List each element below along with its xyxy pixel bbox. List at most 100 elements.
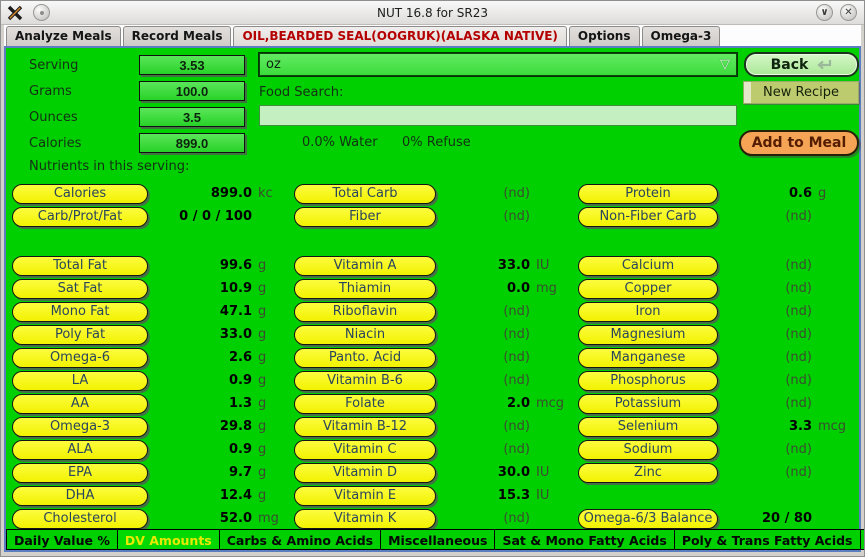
nutrient-button-la[interactable]: LA <box>12 371 148 391</box>
bottom-tab-daily-value[interactable]: Daily Value % <box>6 529 118 550</box>
nutrient-value: 2.6 <box>152 350 252 365</box>
sticky-button[interactable] <box>33 4 50 21</box>
nutrient-value: (nd) <box>440 186 530 201</box>
nutrient-button-potassium[interactable]: Potassium <box>578 394 718 414</box>
grams-field[interactable] <box>139 81 245 101</box>
bottom-tab-dv-amounts[interactable]: DV Amounts <box>117 529 220 550</box>
new-recipe-button[interactable]: New Recipe <box>743 81 859 104</box>
nutrient-button-vitamin-a[interactable]: Vitamin A <box>294 256 436 276</box>
add-to-meal-button[interactable]: Add to Meal <box>739 130 859 156</box>
nutrient-value: (nd) <box>722 281 812 296</box>
nutrient-unit: g <box>252 258 294 273</box>
nutrient-button-vitamin-d[interactable]: Vitamin D <box>294 463 436 483</box>
close-button[interactable]: ✕ <box>840 4 857 21</box>
nutrient-unit: g <box>812 186 857 201</box>
unit-select[interactable]: oz ▽ <box>259 53 737 76</box>
nutrient-button-zinc[interactable]: Zinc <box>578 463 718 483</box>
nutrient-button-total-fat[interactable]: Total Fat <box>12 256 148 276</box>
nutrient-button-sat-fat[interactable]: Sat Fat <box>12 279 148 299</box>
nutrient-button-calcium[interactable]: Calcium <box>578 256 718 276</box>
tab-food-detail[interactable]: OIL,BEARDED SEAL(OOGRUK)(ALASKA NATIVE) <box>233 26 566 46</box>
nutrient-button-iron[interactable]: Iron <box>578 302 718 322</box>
nutrient-row: EPA9.7gVitamin D30.0IUZinc(nd) <box>6 461 859 484</box>
nutrient-row: Calories899.0kcTotal Carb(nd)Protein0.6g <box>6 182 859 205</box>
calories-label: Calories <box>29 136 81 151</box>
top-tabbar: Analyze Meals Record Meals OIL,BEARDED S… <box>4 25 861 46</box>
nutrient-button-omega-3[interactable]: Omega-3 <box>12 417 148 437</box>
nutrient-value: 30.0 <box>440 465 530 480</box>
tab-omega-3[interactable]: Omega-3 <box>642 26 721 46</box>
nutrient-button-magnesium[interactable]: Magnesium <box>578 325 718 345</box>
nutrient-button-omega-6[interactable]: Omega-6 <box>12 348 148 368</box>
nutrient-value: 33.0 <box>152 327 252 342</box>
nutrient-value: (nd) <box>440 327 530 342</box>
nutrient-unit: IU <box>530 258 578 273</box>
nutrient-button-sodium[interactable]: Sodium <box>578 440 718 460</box>
nutrient-button-protein[interactable]: Protein <box>578 184 718 204</box>
nutrient-value: 20 / 80 <box>722 511 812 526</box>
bottom-tab-quit-nut[interactable]: Quit NUT <box>860 529 865 550</box>
bottom-tab-miscellaneous[interactable]: Miscellaneous <box>380 529 495 550</box>
nutrient-row: Omega-62.6gPanto. Acid(nd)Manganese(nd) <box>6 346 859 369</box>
nutrient-unit: IU <box>530 488 578 503</box>
nutrient-button-ala[interactable]: ALA <box>12 440 148 460</box>
nutrient-button-mono-fat[interactable]: Mono Fat <box>12 302 148 322</box>
shade-button[interactable]: ∨ <box>816 4 833 21</box>
calories-field[interactable] <box>139 133 245 153</box>
nutrient-button-dha[interactable]: DHA <box>12 486 148 506</box>
nutrient-row: Omega-329.8gVitamin B-12(nd)Selenium3.3m… <box>6 415 859 438</box>
bottom-tab-sat-mono-fatty-acids[interactable]: Sat & Mono Fatty Acids <box>494 529 674 550</box>
back-button[interactable]: Back <box>744 52 859 77</box>
ounces-field[interactable] <box>139 107 245 127</box>
nutrient-button-riboflavin[interactable]: Riboflavin <box>294 302 436 322</box>
tab-record-meals[interactable]: Record Meals <box>123 26 232 46</box>
app-icon[interactable] <box>7 5 23 21</box>
nutrient-button-total-carb[interactable]: Total Carb <box>294 184 436 204</box>
nutrient-button-vitamin-b-12[interactable]: Vitamin B-12 <box>294 417 436 437</box>
nutrient-row: Total Fat99.6gVitamin A33.0IUCalcium(nd) <box>6 254 859 277</box>
nutrient-button-vitamin-k[interactable]: Vitamin K <box>294 509 436 529</box>
nutrient-button-non-fiber-carb[interactable]: Non-Fiber Carb <box>578 207 718 227</box>
nutrient-button-vitamin-b-6[interactable]: Vitamin B-6 <box>294 371 436 391</box>
nutrient-button-poly-fat[interactable]: Poly Fat <box>12 325 148 345</box>
nutrient-unit: g <box>252 488 294 503</box>
nutrient-button-vitamin-c[interactable]: Vitamin C <box>294 440 436 460</box>
nutrient-button-fiber[interactable]: Fiber <box>294 207 436 227</box>
nutrient-value: 10.9 <box>152 281 252 296</box>
nutrient-value: (nd) <box>440 419 530 434</box>
nutrient-value: (nd) <box>722 209 812 224</box>
nutrient-unit: mg <box>252 511 294 526</box>
nutrient-row: LA0.9gVitamin B-6(nd)Phosphorus(nd) <box>6 369 859 392</box>
nutrient-button-selenium[interactable]: Selenium <box>578 417 718 437</box>
nutrient-button-cholesterol[interactable]: Cholesterol <box>12 509 148 529</box>
nutrient-unit: g <box>252 465 294 480</box>
bottom-tab-carbs-amino-acids[interactable]: Carbs & Amino Acids <box>219 529 381 550</box>
nutrient-row: Cholesterol52.0mgVitamin K(nd)Omega-6/3 … <box>6 507 859 530</box>
nutrient-button-folate[interactable]: Folate <box>294 394 436 414</box>
nutrient-button-niacin[interactable]: Niacin <box>294 325 436 345</box>
nutrient-button-epa[interactable]: EPA <box>12 463 148 483</box>
nutrient-button-manganese[interactable]: Manganese <box>578 348 718 368</box>
nutrient-value: (nd) <box>440 511 530 526</box>
nutrient-button-thiamin[interactable]: Thiamin <box>294 279 436 299</box>
food-search-input[interactable] <box>259 105 737 126</box>
nutrient-button-calories[interactable]: Calories <box>12 184 148 204</box>
nutrient-button-omega-6-3-balance[interactable]: Omega-6/3 Balance <box>578 509 718 529</box>
nutrient-unit: g <box>252 327 294 342</box>
serving-field[interactable] <box>139 55 245 75</box>
nutrient-button-vitamin-e[interactable]: Vitamin E <box>294 486 436 506</box>
nutrient-value: 99.6 <box>152 258 252 273</box>
nutrient-button-aa[interactable]: AA <box>12 394 148 414</box>
bottom-tab-poly-trans-fatty-acids[interactable]: Poly & Trans Fatty Acids <box>674 529 861 550</box>
nutrient-value: 9.7 <box>152 465 252 480</box>
tab-options[interactable]: Options <box>569 26 640 46</box>
window-title: NUT 16.8 for SR23 <box>1 6 864 20</box>
tab-analyze-meals[interactable]: Analyze Meals <box>6 26 121 46</box>
nutrient-button-copper[interactable]: Copper <box>578 279 718 299</box>
nutrient-unit: g <box>252 350 294 365</box>
nutrient-button-phosphorus[interactable]: Phosphorus <box>578 371 718 391</box>
nutrient-value: (nd) <box>722 442 812 457</box>
nutrient-value: 15.3 <box>440 488 530 503</box>
nutrient-button-carb-prot-fat[interactable]: Carb/Prot/Fat <box>12 207 148 227</box>
nutrient-button-panto-acid[interactable]: Panto. Acid <box>294 348 436 368</box>
